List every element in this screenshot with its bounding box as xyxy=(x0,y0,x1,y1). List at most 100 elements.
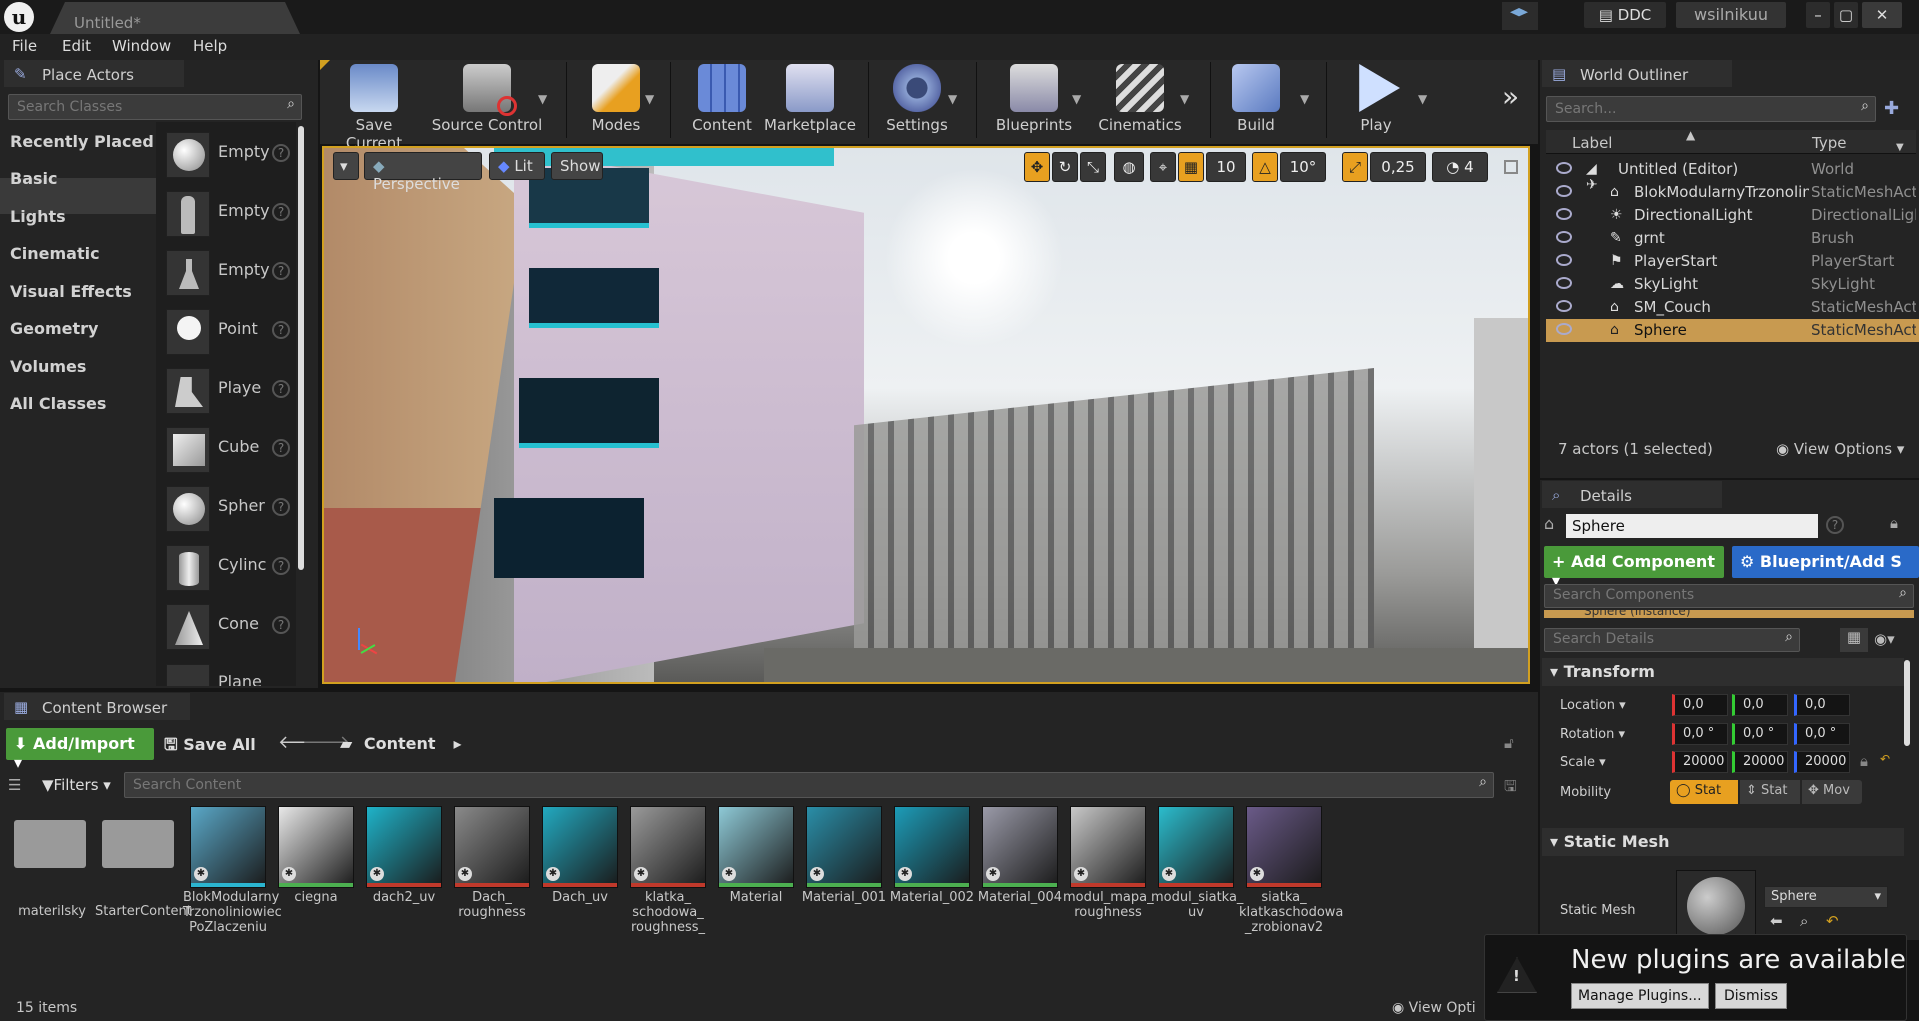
outliner-row[interactable]: ☁ SkyLight SkyLight xyxy=(1546,273,1919,296)
menu-edit[interactable]: Edit xyxy=(62,37,91,55)
settings-dropdown-icon[interactable]: ▼ xyxy=(948,92,957,106)
outliner-search-input[interactable]: Search... ⌕ xyxy=(1546,96,1876,122)
asset-item[interactable]: ✱ xyxy=(806,806,882,888)
help-icon[interactable]: ? xyxy=(272,144,290,162)
level-viewport[interactable] xyxy=(322,146,1530,684)
dismiss-button[interactable]: Dismiss xyxy=(1715,983,1788,1009)
sources-toggle-icon[interactable]: ☰ xyxy=(8,776,21,794)
outliner-row-selected[interactable]: ⌂ Sphere StaticMeshAct xyxy=(1546,319,1919,342)
maximize-icon[interactable]: ▢ xyxy=(1834,2,1858,28)
place-actors-tab[interactable]: ✎ Place Actors xyxy=(4,60,184,87)
mobility-movable-button[interactable]: ✥ Mov xyxy=(1802,780,1862,804)
transform-section-header[interactable]: ▾ Transform xyxy=(1542,658,1904,686)
asset-item[interactable]: ✱ xyxy=(630,806,706,888)
save-all-button[interactable]: 🖫︎ Save All xyxy=(164,734,256,761)
actor-cylinder[interactable]: Cylinc? xyxy=(160,541,295,595)
outliner-row[interactable]: ⌂ BlokModularnyTrzonolinio StaticMeshAct xyxy=(1546,181,1919,204)
asset-item[interactable]: ✱ xyxy=(982,806,1058,888)
grid-snap-value[interactable]: 10 xyxy=(1206,152,1246,182)
outliner-col-type[interactable]: Type xyxy=(1812,134,1846,152)
world-space-icon[interactable]: ◍ xyxy=(1114,152,1144,182)
asset-item[interactable]: ✱ xyxy=(542,806,618,888)
menu-help[interactable]: Help xyxy=(193,37,227,55)
content-view-options[interactable]: ◉ View Opti xyxy=(1392,1000,1476,1016)
save-current-button[interactable]: Save Current xyxy=(326,62,422,152)
rotation-z-input[interactable]: 0,0 ° xyxy=(1794,723,1850,745)
actor-empty-actor[interactable]: Empty? xyxy=(160,128,295,182)
type-dropdown-icon[interactable]: ▼ xyxy=(1896,142,1904,153)
mobility-static-button[interactable]: ◯ Stat xyxy=(1670,780,1738,804)
document-tab[interactable]: Untitled* xyxy=(50,2,300,34)
help-icon[interactable]: ? xyxy=(272,380,290,398)
help-icon[interactable]: ? xyxy=(1826,516,1844,534)
toolbar-overflow-icon[interactable]: » xyxy=(1502,80,1519,113)
reset-mesh-icon[interactable]: ↶ xyxy=(1826,912,1839,930)
show-button[interactable]: Show xyxy=(551,152,603,180)
cinematics-dropdown-icon[interactable]: ▼ xyxy=(1180,92,1189,106)
static-mesh-section-header[interactable]: ▾ Static Mesh xyxy=(1542,828,1904,856)
reset-to-default-icon[interactable]: ↶ xyxy=(1880,752,1890,766)
mobility-stationary-button[interactable]: ⇕ Stat xyxy=(1740,780,1800,804)
content-browser-tab[interactable]: ▦ Content Browser xyxy=(4,693,190,720)
asset-item[interactable]: ✱ xyxy=(718,806,794,888)
add-import-button[interactable]: ⬇ Add/Import ▾ xyxy=(6,728,154,772)
category-visual-effects[interactable]: Visual Effects xyxy=(10,282,132,301)
actor-plane[interactable]: Plane xyxy=(160,660,295,686)
category-basic[interactable]: Basic xyxy=(10,169,57,188)
asset-item[interactable]: ✱ xyxy=(366,806,442,888)
outliner-row[interactable]: ◢ ✈ Untitled (Editor) World xyxy=(1546,158,1919,193)
scale-mode-icon[interactable]: ⤡ xyxy=(1080,152,1106,182)
category-geometry[interactable]: Geometry xyxy=(10,319,98,338)
view-options-eye-icon[interactable]: ◉▾ xyxy=(1874,630,1895,648)
visibility-eye-icon[interactable] xyxy=(1556,254,1572,266)
marketplace-button[interactable]: Marketplace xyxy=(760,62,860,140)
perspective-button[interactable]: ◆ Perspective xyxy=(364,152,482,193)
asset-item[interactable]: ✱ xyxy=(894,806,970,888)
outliner-view-options[interactable]: ◉ View Options ▾ xyxy=(1776,440,1904,458)
actor-sphere[interactable]: Spher? xyxy=(160,482,295,536)
static-mesh-thumbnail[interactable] xyxy=(1676,870,1756,940)
help-icon[interactable]: ? xyxy=(272,262,290,280)
actor-name-input[interactable]: Sphere xyxy=(1566,514,1818,538)
browse-icon[interactable]: ⌕ xyxy=(1800,912,1808,930)
visibility-eye-icon[interactable] xyxy=(1556,208,1572,220)
play-dropdown-icon[interactable]: ▼ xyxy=(1418,92,1427,106)
location-z-input[interactable]: 0,0 xyxy=(1794,694,1850,716)
actor-empty-character[interactable]: Empty? xyxy=(160,187,295,241)
cinematics-button[interactable]: Cinematics xyxy=(1092,62,1188,140)
asset-item[interactable]: ✱ xyxy=(278,806,354,888)
outliner-col-label[interactable]: Label xyxy=(1572,134,1612,152)
scale-z-input[interactable]: 20000 xyxy=(1794,751,1850,773)
scale-x-input[interactable]: 20000 xyxy=(1672,751,1728,773)
help-icon[interactable]: ? xyxy=(272,439,290,457)
visibility-eye-icon[interactable] xyxy=(1556,323,1572,335)
blueprint-add-script-button[interactable]: ⚙ Blueprint/Add S xyxy=(1732,546,1919,578)
help-icon[interactable]: ? xyxy=(272,616,290,634)
lit-button[interactable]: ◆ Lit xyxy=(489,152,545,180)
source-control-button[interactable]: Source Control xyxy=(430,62,544,140)
visibility-eye-icon[interactable] xyxy=(1556,300,1572,312)
add-filter-icon[interactable]: ✚ xyxy=(1884,98,1899,119)
category-volumes[interactable]: Volumes xyxy=(10,357,86,376)
build-button[interactable]: Build xyxy=(1216,62,1296,140)
visibility-eye-icon[interactable] xyxy=(1556,162,1572,174)
minimize-icon[interactable]: – xyxy=(1806,2,1830,28)
actor-empty-pawn[interactable]: Empty? xyxy=(160,246,295,300)
outliner-row[interactable]: ☀ DirectionalLight DirectionalLigl xyxy=(1546,204,1919,227)
close-icon[interactable]: ✕ xyxy=(1862,2,1902,28)
menu-file[interactable]: File xyxy=(12,37,37,55)
folder-item[interactable] xyxy=(14,806,90,888)
asset-item[interactable]: ✱ xyxy=(1246,806,1322,888)
property-matrix-icon[interactable]: ▦ xyxy=(1840,628,1868,652)
outliner-row[interactable]: ⌂ SM_Couch StaticMeshAct xyxy=(1546,296,1919,319)
component-tree-row[interactable]: Sphere (Instance) xyxy=(1544,610,1914,618)
visibility-eye-icon[interactable] xyxy=(1556,231,1572,243)
ddc-button[interactable]: ▤ DDC xyxy=(1584,2,1666,28)
blueprints-dropdown-icon[interactable]: ▼ xyxy=(1072,92,1081,106)
actor-player-start[interactable]: Playe? xyxy=(160,364,295,418)
actor-point-light[interactable]: Point? xyxy=(160,305,295,359)
modes-dropdown-icon[interactable]: ▼ xyxy=(645,92,654,106)
details-tab[interactable]: ⌕ Details xyxy=(1542,481,1722,508)
category-recently-placed[interactable]: Recently Placed xyxy=(10,132,154,151)
rotate-mode-icon[interactable]: ↻ xyxy=(1052,152,1078,182)
